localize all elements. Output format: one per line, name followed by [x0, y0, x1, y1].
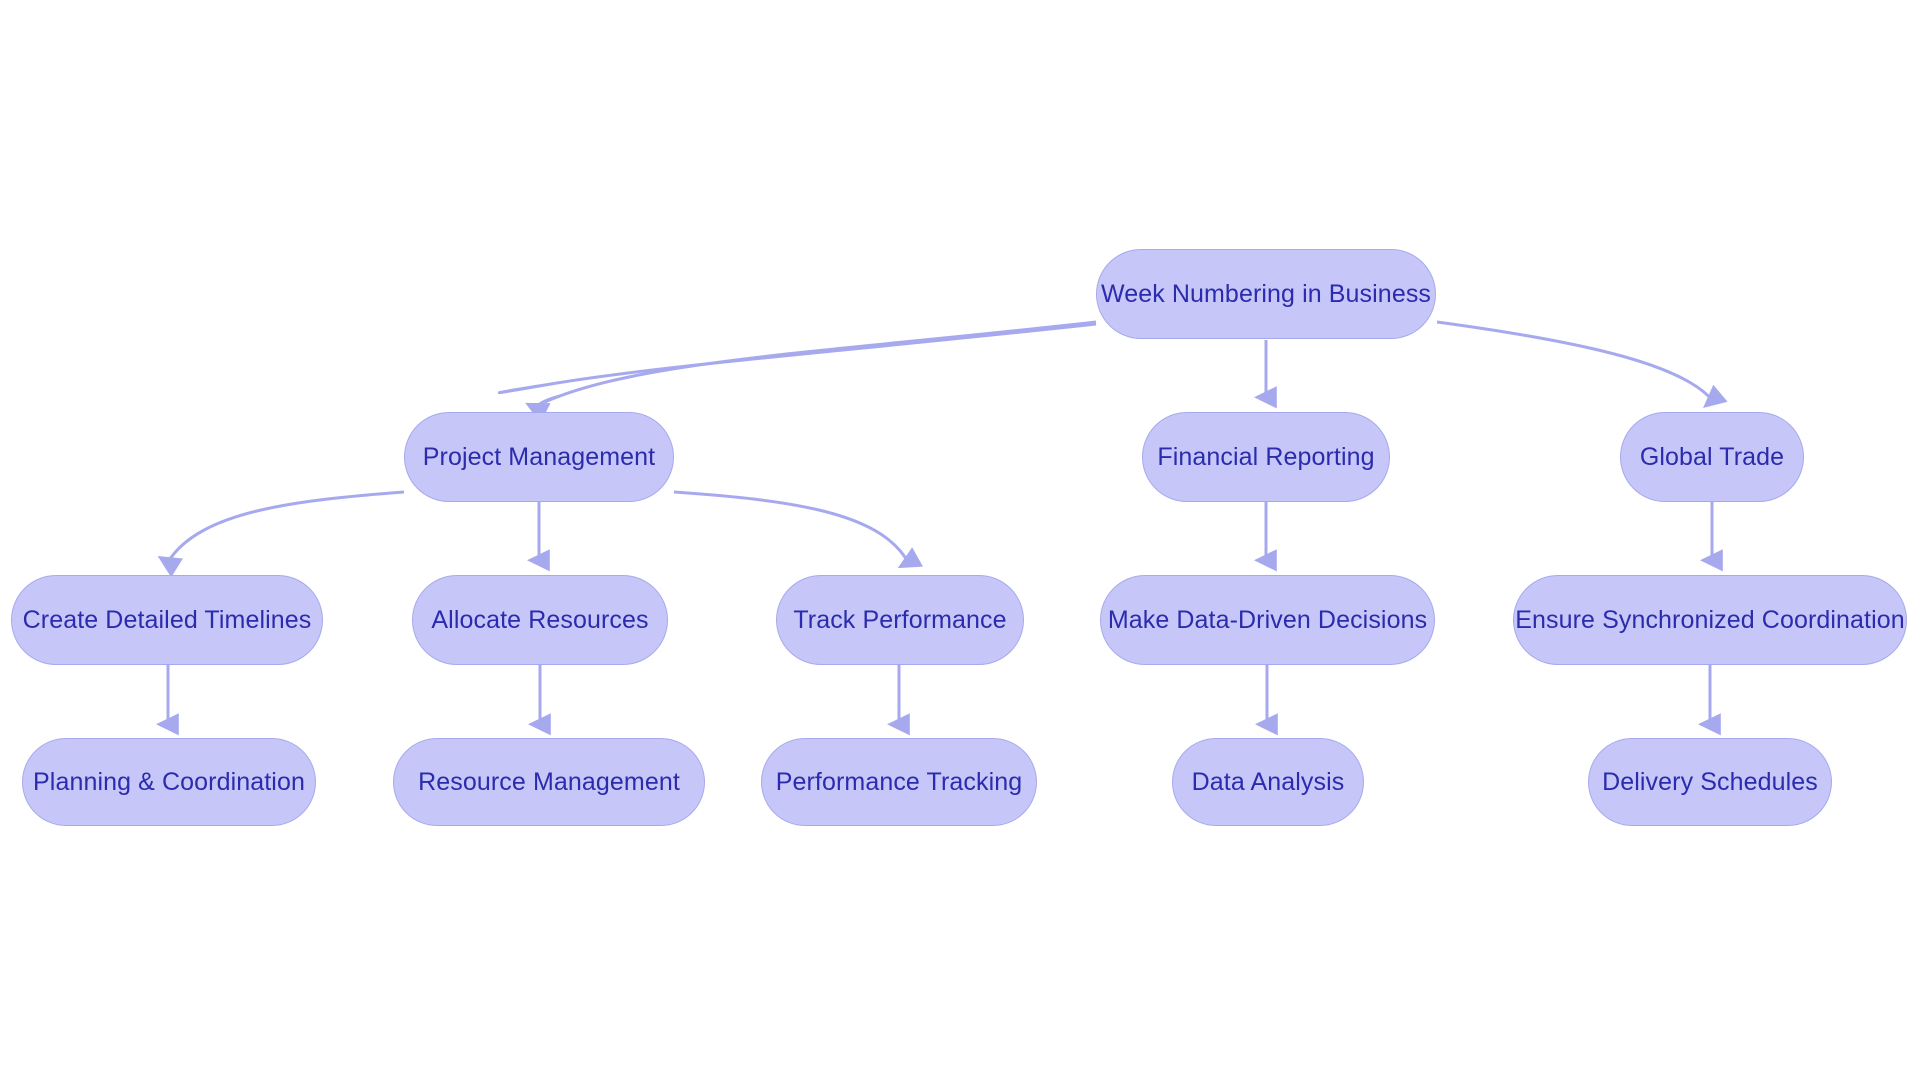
edge-root-pm-curve [544, 320, 1097, 404]
node-label: Allocate Resources [431, 605, 649, 634]
node-label: Planning & Coordination [33, 767, 305, 796]
node-ensure-synchronized-coordination[interactable]: Ensure Synchronized Coordination [1513, 575, 1907, 665]
node-resource-management[interactable]: Resource Management [393, 738, 705, 826]
node-label: Delivery Schedules [1602, 767, 1818, 796]
node-label: Ensure Synchronized Coordination [1515, 605, 1905, 634]
node-label: Make Data-Driven Decisions [1107, 605, 1428, 634]
edge-root-to-project-management-line [518, 322, 1096, 398]
node-label: Resource Management [418, 767, 680, 796]
node-global-trade[interactable]: Global Trade [1620, 412, 1804, 502]
node-label: Performance Tracking [775, 767, 1023, 796]
flowchart-canvas: Week Numbering in Business Project Manag… [0, 0, 1920, 1080]
node-create-detailed-timelines[interactable]: Create Detailed Timelines [11, 575, 323, 665]
node-financial-reporting[interactable]: Financial Reporting [1142, 412, 1390, 502]
node-planning-and-coordination[interactable]: Planning & Coordination [22, 738, 316, 826]
node-allocate-resources[interactable]: Allocate Resources [412, 575, 668, 665]
node-label: Global Trade [1639, 442, 1785, 471]
node-label: Financial Reporting [1157, 442, 1375, 471]
edge-project-management-to-track-performance [673, 490, 923, 569]
edge-project-management-to-create-detailed-timelines [157, 490, 405, 578]
node-label: Project Management [422, 442, 656, 471]
edge-layer [156, 320, 1728, 736]
node-label: Data Analysis [1191, 767, 1345, 796]
node-project-management[interactable]: Project Management [404, 412, 674, 502]
node-make-data-driven-decisions[interactable]: Make Data-Driven Decisions [1100, 575, 1435, 665]
node-label: Create Detailed Timelines [22, 605, 312, 634]
edge-root-to-global-trade [1436, 320, 1728, 408]
node-performance-tracking[interactable]: Performance Tracking [761, 738, 1037, 826]
edge-root-to-project-management [497, 322, 1097, 395]
node-week-numbering-in-business[interactable]: Week Numbering in Business [1096, 249, 1436, 339]
node-label: Week Numbering in Business [1100, 279, 1432, 308]
node-track-performance[interactable]: Track Performance [776, 575, 1024, 665]
node-data-analysis[interactable]: Data Analysis [1172, 738, 1364, 826]
node-label: Track Performance [793, 605, 1007, 634]
node-delivery-schedules[interactable]: Delivery Schedules [1588, 738, 1832, 826]
edge-root-pm-arrow-tail [525, 394, 561, 424]
